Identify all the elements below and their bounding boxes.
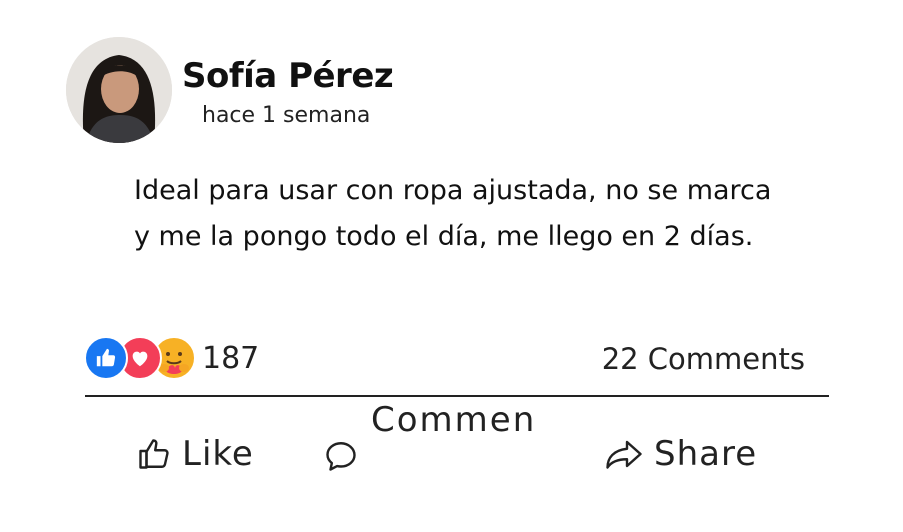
share-arrow-icon	[604, 436, 644, 472]
post-text: Ideal para usar con ropa ajustada, no se…	[134, 175, 772, 252]
reaction-count: 187	[202, 340, 260, 376]
like-button[interactable]: Like	[136, 434, 254, 474]
avatar-photo	[66, 37, 172, 143]
divider	[85, 395, 829, 397]
author-name[interactable]: Sofía Pérez	[182, 56, 394, 96]
thumbs-up-icon	[136, 436, 172, 472]
share-label: Share	[654, 434, 758, 474]
comments-count-link[interactable]: 22 Comments	[602, 342, 805, 376]
comment-button-label[interactable]: Commen	[371, 400, 536, 440]
reactions-summary[interactable]: 187	[84, 336, 259, 380]
comment-bubble-icon[interactable]	[322, 438, 360, 478]
share-button[interactable]: Share	[604, 434, 757, 474]
post-timestamp[interactable]: hace 1 semana	[202, 103, 370, 128]
author-avatar[interactable]	[66, 37, 172, 143]
like-label: Like	[182, 434, 254, 474]
like-reaction-icon	[84, 336, 128, 380]
